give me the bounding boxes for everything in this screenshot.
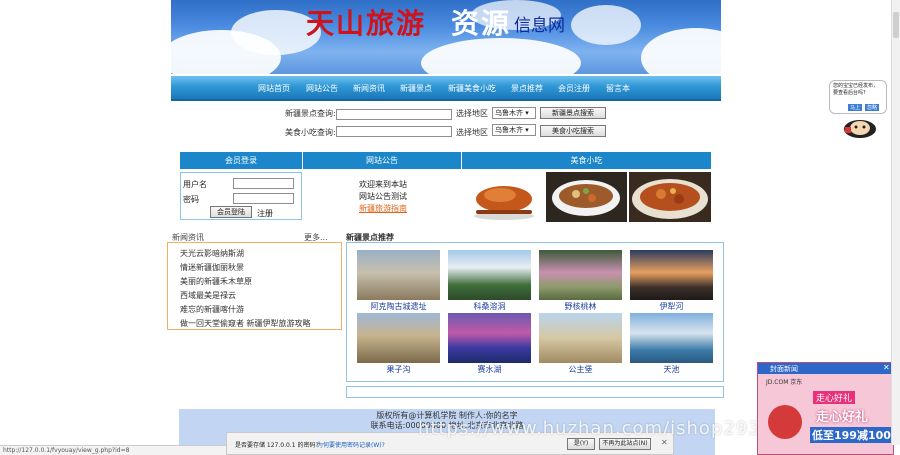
side-popup-bubble: 您的宝宝已经发布， 要查看后台吗? 马上 忽略 [829, 80, 887, 114]
nav-spots[interactable]: 新疆景点 [400, 83, 432, 94]
spot-caption[interactable]: 果子沟 [357, 364, 440, 375]
member-login-header: 会员登录 [180, 152, 302, 169]
spot-image[interactable] [630, 313, 713, 363]
password-help-link[interactable]: 为何要使用密码记录(W)? [317, 440, 385, 449]
ad-product-image [768, 405, 802, 439]
spot-search-input[interactable] [336, 109, 452, 120]
scrollbar-thumb[interactable] [893, 12, 899, 38]
save-password-never-button[interactable]: 不再为此站点(N) [599, 438, 651, 450]
spot-caption[interactable]: 阿克陶古城遗址 [357, 301, 440, 312]
spot-image[interactable] [448, 250, 531, 300]
spot-search-button[interactable]: 新疆景点搜索 [540, 107, 606, 119]
spot-caption[interactable]: 伊犁河 [630, 301, 713, 312]
food-region-select[interactable]: 乌鲁木齐 ▾ [492, 124, 536, 136]
site-title: 天山旅游 [306, 7, 427, 40]
news-item[interactable]: 西域最美是禄云 [180, 290, 236, 301]
spot-caption[interactable]: 科桑溶洞 [448, 301, 531, 312]
status-bar: http://127.0.0.1/fvyouay/view_g.php?id=8 [0, 445, 226, 455]
watermark: https://www.huzhan.com/ishop2939 [418, 418, 774, 439]
ad-price: 低至199减100 [810, 427, 893, 443]
spot-search-label: 新疆景点查询: [285, 109, 336, 118]
spot-caption[interactable]: 天池 [630, 364, 713, 375]
site-banner: 天山旅游 资源 信息网 [171, 0, 721, 74]
food-image-chicken[interactable] [629, 172, 711, 222]
notice-header: 网站公告 [303, 152, 461, 169]
food-search-input[interactable] [336, 126, 452, 137]
food-bowl-icon [552, 180, 620, 216]
news-item[interactable]: 美丽的新疆禾木草原 [180, 276, 252, 287]
advertisement-popup[interactable]: 封面新闻 ✕ JD.COM 京东 走心好礼 走心好礼 低至199减100 [757, 362, 894, 455]
nav-announcements[interactable]: 网站公告 [306, 83, 338, 94]
news-item[interactable]: 天光云影暗纳斯湖 [180, 248, 244, 259]
notice-item[interactable]: 网站公告测试 [359, 191, 407, 202]
login-panel: 用户名 密码 会员登陆 注册 [180, 172, 302, 220]
spot-region-select[interactable]: 乌鲁木齐 ▾ [492, 107, 536, 119]
spot-caption[interactable]: 野核桃林 [539, 301, 622, 312]
notice-panel: 欢迎来到本站 网站公告测试 新疆旅游指南 [303, 172, 461, 222]
news-item[interactable]: 做一回天堂偷窥者 新疆伊犁旅游攻略 [180, 318, 311, 329]
food-header: 美食小吃 [462, 152, 711, 169]
username-label: 用户名 [183, 180, 207, 189]
ad-headline: 走心好礼 [813, 391, 856, 404]
food-region-label: 选择地区 [456, 128, 488, 137]
side-popup-btn1[interactable]: 马上 [848, 104, 863, 111]
site-title-accent: 资源 [451, 7, 512, 40]
ad-brand: 封面新闻 [770, 365, 798, 373]
close-icon[interactable]: ✕ [883, 363, 890, 372]
nav-register[interactable]: 会员注册 [558, 83, 590, 94]
password-label: 密码 [183, 195, 199, 204]
nav-news[interactable]: 新闻资讯 [353, 83, 385, 94]
register-link[interactable]: 注册 [257, 208, 273, 219]
side-popup-text: 您的宝宝已经发布， 要查看后台吗? [833, 83, 879, 96]
nav-home[interactable]: 网站首页 [258, 83, 290, 94]
food-image-roast-duck[interactable] [466, 172, 542, 222]
password-input[interactable] [233, 193, 294, 204]
login-button[interactable]: 会员登陆 [210, 206, 252, 218]
nav-food[interactable]: 新疆美食小吃 [448, 83, 496, 94]
spots-pager [346, 386, 724, 398]
password-save-prompt: 是否要存储 127.0.0.1 的密码? [235, 442, 319, 449]
spot-region-label: 选择地区 [456, 109, 488, 118]
ad-shop: JD.COM 京东 [766, 379, 803, 386]
spots-panel: 阿克陶古城遗址 科桑溶洞 野核桃林 伊犁河 果子沟 赛水湖 公主堡 天池 [346, 242, 724, 382]
spot-image[interactable] [357, 250, 440, 300]
side-mascot-icon[interactable] [843, 115, 877, 139]
food-search-button[interactable]: 美食小吃搜索 [540, 125, 606, 137]
news-item[interactable]: 情迷新疆伽丽秋景 [180, 262, 244, 273]
news-list: 天光云影暗纳斯湖 情迷新疆伽丽秋景 美丽的新疆禾木草原 西域最美是禄云 难忘的新… [167, 242, 342, 330]
site-subtitle: 信息网 [514, 16, 565, 36]
username-input[interactable] [233, 178, 294, 189]
spot-image[interactable] [357, 313, 440, 363]
main-nav: 网站首页 网站公告 新闻资讯 新疆景点 新疆美食小吃 景点推荐 会员注册 留言本 [171, 76, 721, 101]
spot-caption[interactable]: 公主堡 [539, 364, 622, 375]
close-icon[interactable]: ✕ [661, 438, 668, 447]
vertical-scrollbar[interactable] [891, 0, 900, 445]
spot-image[interactable] [539, 313, 622, 363]
nav-guestbook[interactable]: 留言本 [606, 83, 630, 94]
spot-image[interactable] [630, 250, 713, 300]
spot-image[interactable] [448, 313, 531, 363]
roast-duck-icon [474, 186, 534, 220]
save-password-yes-button[interactable]: 是(Y) [567, 438, 595, 450]
food-search-label: 美食小吃查询: [285, 128, 336, 137]
spot-caption[interactable]: 赛水湖 [448, 364, 531, 375]
food-image-stew[interactable] [546, 172, 627, 222]
notice-item[interactable]: 欢迎来到本站 [359, 179, 407, 190]
spot-image[interactable] [539, 250, 622, 300]
ad-sub: 走心好礼 [816, 410, 869, 425]
notice-item[interactable]: 新疆旅游指南 [359, 203, 407, 214]
nav-recommend[interactable]: 景点推荐 [511, 83, 543, 94]
news-item[interactable]: 难忘的新疆喀什游 [180, 304, 244, 315]
food-plate-icon [632, 179, 708, 219]
side-popup-btn2[interactable]: 忽略 [865, 104, 880, 111]
